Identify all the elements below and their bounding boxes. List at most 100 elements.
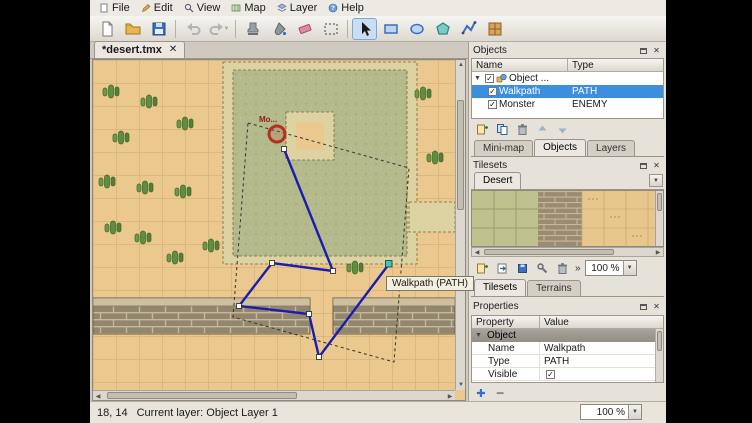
property-value[interactable]: Walkpath xyxy=(540,343,663,354)
tileset-view[interactable] xyxy=(471,190,664,247)
scrollbar-thumb[interactable] xyxy=(484,249,614,255)
tab-layers[interactable]: Layers xyxy=(587,140,635,156)
property-group-object[interactable]: ▼ Object xyxy=(472,329,663,342)
map-horizontal-scrollbar[interactable]: ◀ ▶ xyxy=(93,390,455,400)
insert-polyline-button[interactable] xyxy=(456,18,481,40)
menu-edit[interactable]: Edit xyxy=(137,1,180,15)
save-button[interactable] xyxy=(146,18,171,40)
insert-rectangle-button[interactable] xyxy=(378,18,403,40)
scroll-right-icon[interactable]: ▶ xyxy=(653,247,663,257)
column-name[interactable]: Name xyxy=(472,59,568,71)
insert-polygon-icon xyxy=(434,20,452,38)
column-property[interactable]: Property xyxy=(472,316,540,328)
properties-scrollbar[interactable] xyxy=(655,329,663,382)
layers-icon xyxy=(277,3,287,13)
float-panel-icon[interactable] xyxy=(638,301,649,312)
raise-object-button[interactable] xyxy=(533,122,551,138)
menu-view[interactable]: View xyxy=(180,1,228,15)
object-row-monster[interactable]: ✓ Monster ENEMY xyxy=(472,98,663,111)
scroll-left-icon[interactable]: ◀ xyxy=(472,247,482,257)
property-row-name[interactable]: Name Walkpath xyxy=(472,342,663,355)
remove-property-button[interactable]: ━ xyxy=(492,386,508,400)
redo-button[interactable]: ▼ xyxy=(206,18,231,40)
lower-object-button[interactable] xyxy=(553,122,571,138)
zoom-combo[interactable]: 100 % ▼ xyxy=(580,404,642,420)
checkbox-icon[interactable]: ✓ xyxy=(488,100,497,109)
insert-polygon-button[interactable] xyxy=(430,18,455,40)
remove-tileset-button[interactable] xyxy=(553,260,571,276)
close-panel-icon[interactable]: ✕ xyxy=(651,301,662,312)
property-row-visible[interactable]: Visible ✓ xyxy=(472,368,663,381)
map-canvas[interactable]: Mo... xyxy=(93,60,455,390)
scroll-right-icon[interactable]: ▶ xyxy=(445,391,455,401)
insert-tile-button[interactable] xyxy=(482,18,507,40)
object-row-walkpath[interactable]: ✓ Walkpath PATH xyxy=(472,85,663,98)
tab-mini-map[interactable]: Mini-map xyxy=(474,140,533,156)
tileset-vertical-scrollbar[interactable] xyxy=(655,191,663,246)
close-panel-icon[interactable]: ✕ xyxy=(651,45,662,56)
tileset-dropdown-button[interactable]: ▼ xyxy=(649,174,663,187)
float-panel-icon[interactable] xyxy=(638,160,649,171)
scrollbar-thumb[interactable] xyxy=(107,392,297,399)
zoom-value: 100 % xyxy=(581,407,628,418)
monster-object[interactable] xyxy=(269,126,285,142)
tab-tilesets[interactable]: Tilesets xyxy=(474,279,526,296)
column-value[interactable]: Value xyxy=(540,316,663,328)
toolbar-overflow-chevron[interactable]: » xyxy=(573,263,583,274)
undo-button[interactable] xyxy=(180,18,205,40)
tileset-horizontal-scrollbar[interactable]: ◀ ▶ xyxy=(471,247,664,257)
delete-object-button[interactable] xyxy=(513,122,531,138)
property-value[interactable]: PATH xyxy=(540,356,663,367)
import-icon xyxy=(496,262,509,275)
tab-objects[interactable]: Objects xyxy=(534,139,586,156)
tileset-properties-button[interactable] xyxy=(533,260,551,276)
tab-desert-tmx[interactable]: *desert.tmx ✕ xyxy=(94,41,185,58)
import-tileset-button[interactable] xyxy=(493,260,511,276)
open-button[interactable] xyxy=(120,18,145,40)
menu-map[interactable]: Map xyxy=(227,1,272,15)
stamp-brush-button[interactable] xyxy=(240,18,265,40)
dropdown-arrow-icon: ▼ xyxy=(224,26,230,32)
map-vertical-scrollbar[interactable]: ▲ ▼ xyxy=(455,60,465,390)
checkbox-icon[interactable]: ✓ xyxy=(485,74,494,83)
tileset-zoom-combo[interactable]: 100 % ▼ xyxy=(585,260,637,276)
fill-button[interactable] xyxy=(266,18,291,40)
map-view: Mo... ▲ ▼ ◀ ▶ xyxy=(92,59,466,401)
new-button[interactable] xyxy=(94,18,119,40)
duplicate-object-button[interactable] xyxy=(493,122,511,138)
select-objects-button[interactable] xyxy=(352,18,377,40)
object-layer-row[interactable]: ▼ ✓ Object ... xyxy=(472,72,663,85)
add-object-layer-button[interactable] xyxy=(473,122,491,138)
expander-icon[interactable]: ▼ xyxy=(474,75,483,82)
object-type: ENEMY xyxy=(572,99,608,110)
add-property-button[interactable]: ✚ xyxy=(473,386,489,400)
status-bar: 18, 14 Current layer: Object Layer 1 100… xyxy=(90,401,666,423)
scrollbar-thumb[interactable] xyxy=(657,193,662,211)
eraser-button[interactable] xyxy=(292,18,317,40)
new-tileset-button[interactable] xyxy=(473,260,491,276)
property-row-type[interactable]: Type PATH xyxy=(472,355,663,368)
combo-dropdown-icon[interactable]: ▼ xyxy=(623,261,636,275)
scrollbar-thumb[interactable] xyxy=(457,100,464,210)
scroll-left-icon[interactable]: ◀ xyxy=(93,391,103,401)
checkbox-icon[interactable]: ✓ xyxy=(546,370,555,379)
scroll-down-icon[interactable]: ▼ xyxy=(456,380,466,390)
menu-help[interactable]: ? Help xyxy=(324,1,371,15)
insert-ellipse-button[interactable] xyxy=(404,18,429,40)
close-panel-icon[interactable]: ✕ xyxy=(651,160,662,171)
tab-terrains[interactable]: Terrains xyxy=(527,280,581,296)
export-tileset-button[interactable] xyxy=(513,260,531,276)
combo-dropdown-icon[interactable]: ▼ xyxy=(628,405,641,419)
scroll-up-icon[interactable]: ▲ xyxy=(456,60,466,70)
selected-vertex-handle[interactable] xyxy=(386,261,393,268)
close-tab-icon[interactable]: ✕ xyxy=(169,45,177,55)
tab-tileset-desert[interactable]: Desert xyxy=(474,172,521,189)
menu-file[interactable]: File xyxy=(95,1,137,15)
menu-layer[interactable]: Layer xyxy=(273,1,325,15)
rect-select-button[interactable] xyxy=(318,18,343,40)
expander-icon[interactable]: ▼ xyxy=(475,332,484,339)
checkbox-icon[interactable]: ✓ xyxy=(488,87,497,96)
scrollbar-thumb[interactable] xyxy=(657,331,662,351)
column-type[interactable]: Type xyxy=(568,59,598,71)
float-panel-icon[interactable] xyxy=(638,45,649,56)
